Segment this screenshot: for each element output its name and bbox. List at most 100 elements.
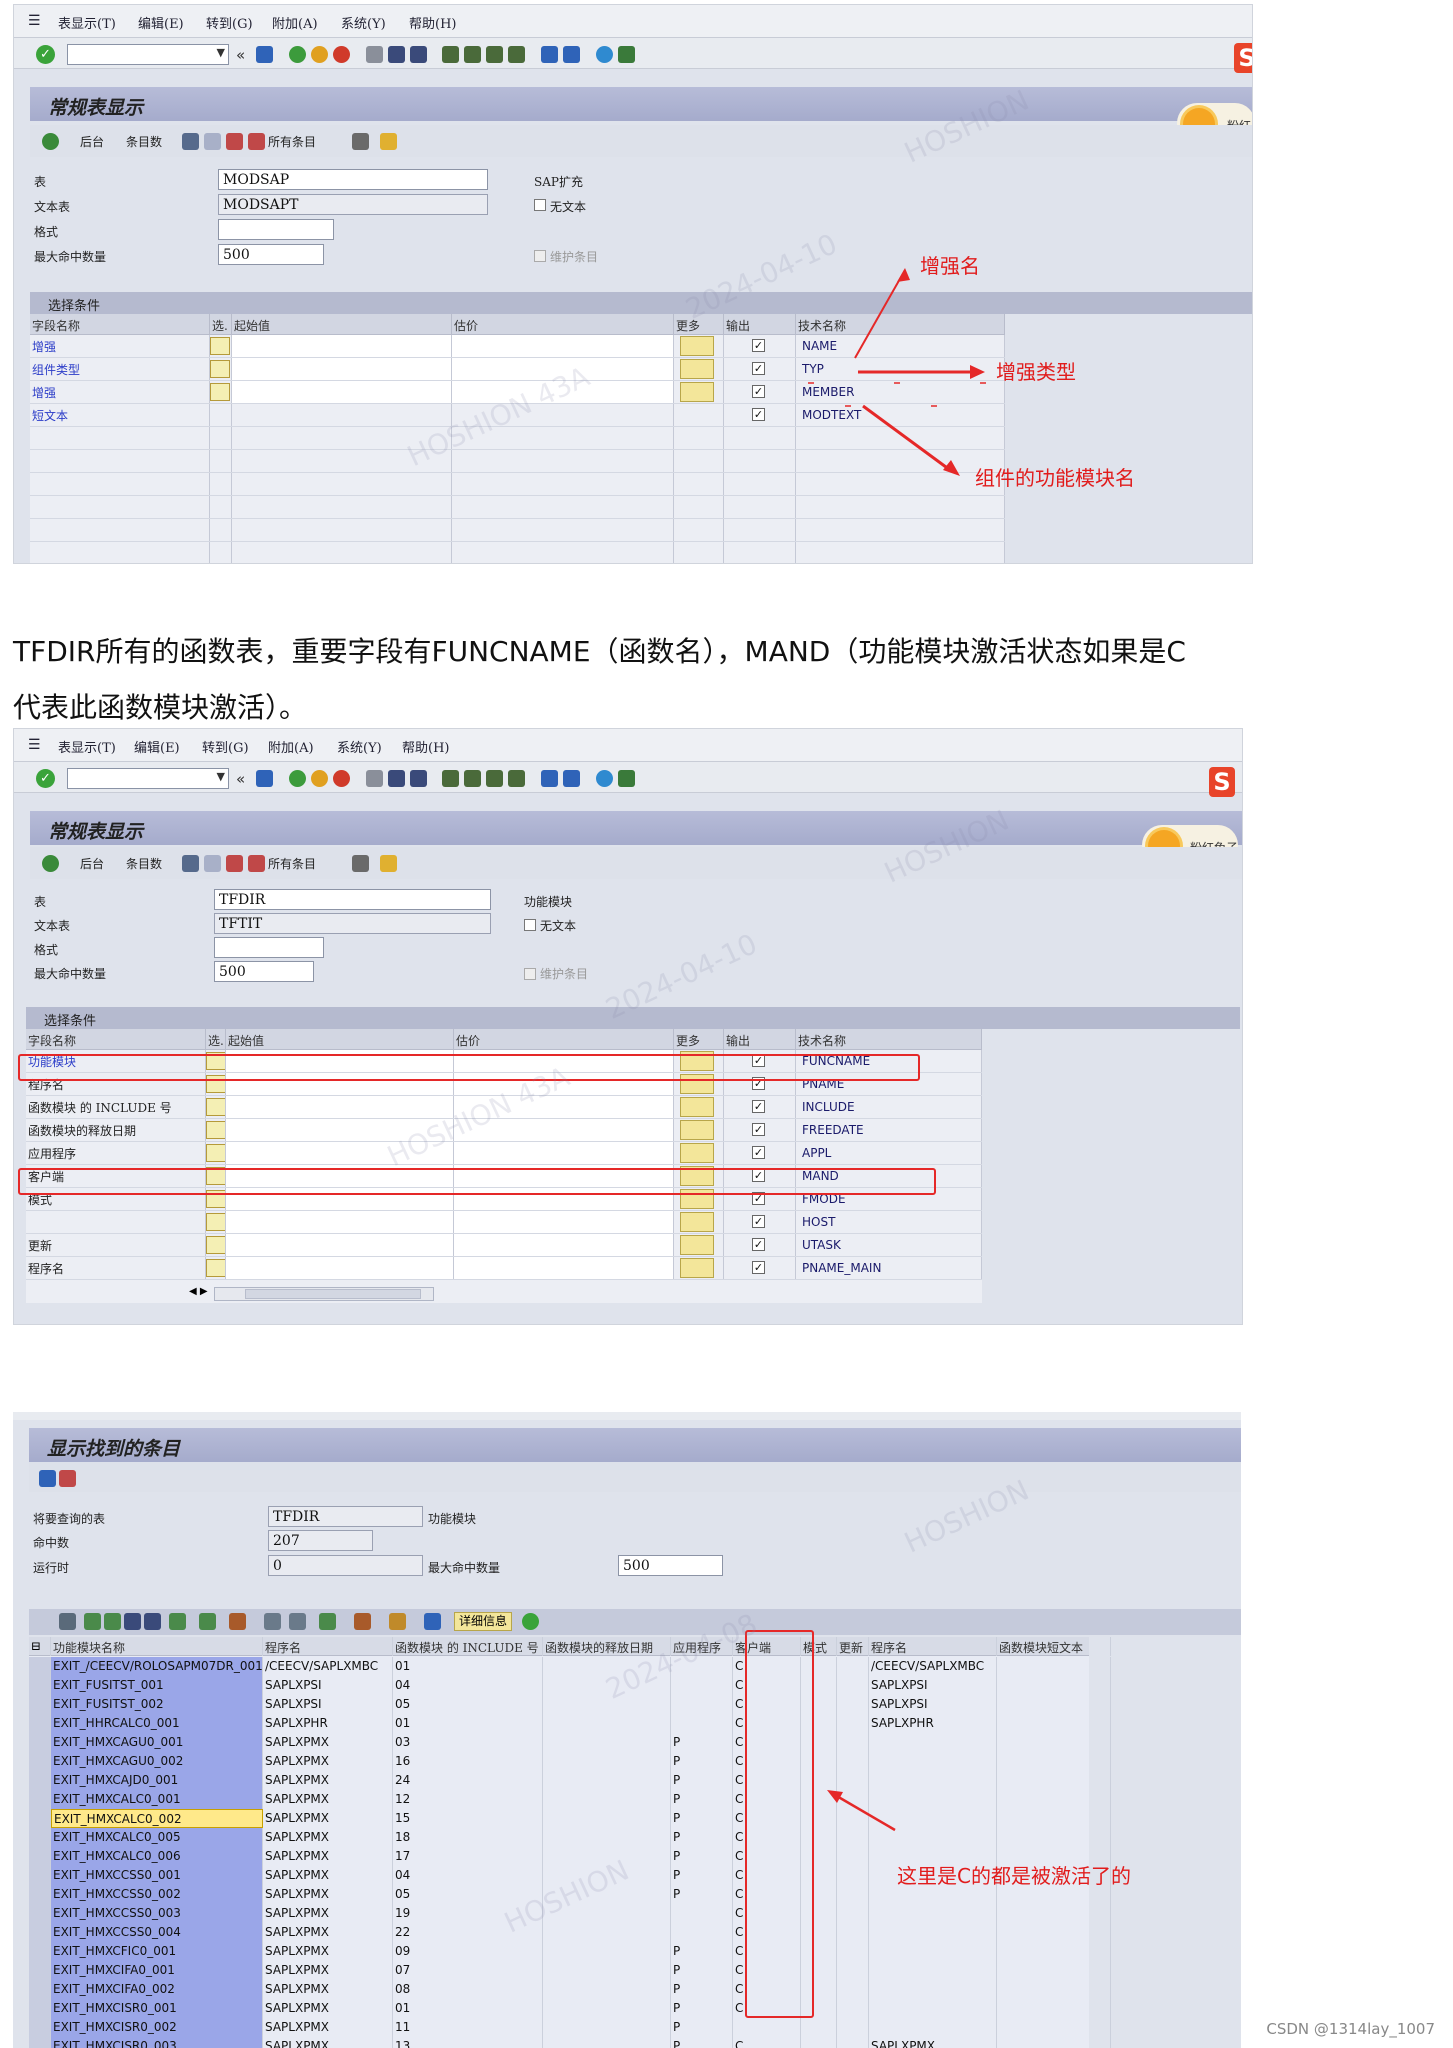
alv-print-icon[interactable] bbox=[264, 1613, 281, 1630]
multiple-selection-icon[interactable] bbox=[680, 1097, 714, 1117]
menu-icon[interactable]: ☰ bbox=[28, 737, 41, 753]
row-selector[interactable] bbox=[29, 1733, 51, 1752]
row-selector[interactable] bbox=[29, 1657, 51, 1676]
find-next-icon[interactable] bbox=[410, 770, 427, 787]
results-col-header[interactable]: 程序名 bbox=[263, 1637, 393, 1656]
max-hits-field[interactable]: 500 bbox=[214, 961, 314, 982]
execute-icon[interactable] bbox=[42, 855, 59, 872]
results-row[interactable]: EXIT_HMXCAGU0_002 SAPLXPMX 16 P C bbox=[29, 1752, 1111, 1771]
output-checkbox[interactable]: ✓ bbox=[752, 1261, 765, 1274]
scroll-thumb[interactable] bbox=[245, 1289, 421, 1299]
settings-icon[interactable] bbox=[59, 1470, 76, 1487]
from-value-input[interactable] bbox=[226, 1211, 454, 1233]
background-button[interactable]: 后台 bbox=[80, 855, 104, 872]
results-col-header[interactable]: 函数模块 的 INCLUDE 号 bbox=[393, 1637, 543, 1656]
menu-goto[interactable]: 转到(G) bbox=[202, 737, 249, 756]
row-selector[interactable] bbox=[29, 1866, 51, 1885]
results-row[interactable]: EXIT_/CEECV/ROLOSAPM07DR_001/CEECV/SAPLX… bbox=[29, 1657, 1111, 1676]
select-options-icon[interactable] bbox=[206, 1259, 225, 1277]
row-selector[interactable] bbox=[29, 1942, 51, 1961]
alv-view-icon[interactable] bbox=[289, 1613, 306, 1630]
menu-table-display[interactable]: 表显示(T) bbox=[58, 737, 116, 756]
row-selector[interactable] bbox=[29, 1961, 51, 1980]
prev-page-icon[interactable] bbox=[464, 770, 481, 787]
from-value-input[interactable] bbox=[226, 1119, 454, 1141]
alv-find-icon[interactable] bbox=[124, 1613, 141, 1630]
alv-chart-icon[interactable] bbox=[522, 1613, 539, 1630]
row-selector[interactable] bbox=[29, 1752, 51, 1771]
from-value-input[interactable] bbox=[226, 1234, 454, 1256]
results-row[interactable]: EXIT_HMXCISR0_003 SAPLXPMX 13 P C SAPLXPMX bbox=[29, 2037, 1111, 2048]
to-value-input[interactable] bbox=[454, 1142, 674, 1164]
row-selector[interactable] bbox=[29, 1999, 51, 2018]
shortcut-icon[interactable] bbox=[563, 770, 580, 787]
results-row[interactable]: EXIT_HHRCALC0_001 SAPLXPHR 01 C SAPLXPHR bbox=[29, 1714, 1111, 1733]
cancel-icon[interactable] bbox=[333, 770, 350, 787]
row-selector[interactable] bbox=[29, 1923, 51, 1942]
first-page-icon[interactable] bbox=[442, 770, 459, 787]
print-icon[interactable] bbox=[366, 770, 383, 787]
alv-export-icon[interactable] bbox=[319, 1613, 336, 1630]
select-options-icon[interactable] bbox=[206, 1098, 225, 1116]
menu-help[interactable]: 帮助(H) bbox=[402, 737, 449, 756]
select-options-icon[interactable] bbox=[206, 1121, 225, 1139]
results-row[interactable]: EXIT_HMXCIFA0_002 SAPLXPMX 08 P C bbox=[29, 1980, 1111, 1999]
results-row[interactable]: EXIT_HMXCAGU0_001 SAPLXPMX 03 P C bbox=[29, 1733, 1111, 1752]
results-col-header[interactable]: 函数模块的释放日期 bbox=[543, 1637, 671, 1656]
refresh-icon[interactable] bbox=[39, 1470, 56, 1487]
results-row[interactable]: EXIT_HMXCCSS0_004 SAPLXPMX 22 C bbox=[29, 1923, 1111, 1942]
alv-details-icon[interactable] bbox=[59, 1613, 76, 1630]
last-page-icon[interactable] bbox=[508, 770, 525, 787]
results-row[interactable]: EXIT_FUSITST_001 SAPLXPSI 04 C SAPLXPSI bbox=[29, 1676, 1111, 1695]
output-checkbox[interactable]: ✓ bbox=[752, 1100, 765, 1113]
all-entries-button[interactable]: 所有条目 bbox=[268, 855, 316, 872]
back-double-icon[interactable]: « bbox=[236, 770, 253, 788]
back-icon[interactable] bbox=[289, 770, 306, 787]
row-select-header-icon[interactable]: ⊟ bbox=[29, 1637, 51, 1656]
results-row[interactable]: EXIT_HMXCCSS0_003 SAPLXPMX 19 C bbox=[29, 1904, 1111, 1923]
results-row[interactable]: EXIT_HMXCIFA0_001 SAPLXPMX 07 P C bbox=[29, 1961, 1111, 1980]
no-text-checkbox[interactable] bbox=[524, 919, 536, 931]
alv-filter-icon[interactable] bbox=[169, 1613, 186, 1630]
results-row[interactable]: EXIT_HMXCFIC0_001 SAPLXPMX 09 P C bbox=[29, 1942, 1111, 1961]
alv-sort-asc-icon[interactable] bbox=[84, 1613, 101, 1630]
row-selector[interactable] bbox=[29, 2018, 51, 2037]
row-selector[interactable] bbox=[29, 1980, 51, 1999]
new-doc-icon[interactable] bbox=[204, 855, 221, 872]
next-page-icon[interactable] bbox=[486, 770, 503, 787]
alv-layout-icon[interactable] bbox=[354, 1613, 371, 1630]
multiple-selection-icon[interactable] bbox=[680, 1212, 714, 1232]
row-selector[interactable] bbox=[29, 1695, 51, 1714]
to-value-input[interactable] bbox=[454, 1211, 674, 1233]
row-selector[interactable] bbox=[29, 1904, 51, 1923]
results-col-header[interactable]: 程序名 bbox=[869, 1637, 997, 1656]
to-value-input[interactable] bbox=[454, 1096, 674, 1118]
row-selector[interactable] bbox=[29, 1714, 51, 1733]
output-checkbox[interactable]: ✓ bbox=[752, 1215, 765, 1228]
max-hits-field[interactable]: 500 bbox=[618, 1555, 723, 1576]
layout-arrow-icon[interactable] bbox=[380, 855, 397, 872]
multiple-selection-icon[interactable] bbox=[680, 1258, 714, 1278]
variant-icon[interactable] bbox=[352, 855, 369, 872]
help-icon[interactable] bbox=[596, 770, 613, 787]
table-field[interactable]: TFDIR bbox=[214, 889, 491, 910]
output-checkbox[interactable]: ✓ bbox=[752, 1238, 765, 1251]
alv-sort-desc-icon[interactable] bbox=[104, 1613, 121, 1630]
results-col-header[interactable]: 更新 bbox=[837, 1637, 869, 1656]
menu-system[interactable]: 系统(Y) bbox=[337, 737, 382, 756]
alv-sum-icon[interactable] bbox=[199, 1613, 216, 1630]
detail-info-button[interactable]: 详细信息 bbox=[454, 1612, 513, 1631]
select-options-icon[interactable] bbox=[206, 1213, 225, 1231]
multiple-selection-icon[interactable] bbox=[680, 1143, 714, 1163]
row-selector[interactable] bbox=[29, 2037, 51, 2048]
menu-extras[interactable]: 附加(A) bbox=[268, 737, 314, 756]
select-options-icon[interactable] bbox=[206, 1236, 225, 1254]
from-value-input[interactable] bbox=[226, 1142, 454, 1164]
alv-subtotal-icon[interactable] bbox=[229, 1613, 246, 1630]
layout-icon[interactable] bbox=[618, 770, 635, 787]
command-field[interactable]: ▼ bbox=[67, 768, 229, 789]
exit-icon[interactable] bbox=[311, 770, 328, 787]
multiple-selection-icon[interactable] bbox=[680, 1235, 714, 1255]
to-value-input[interactable] bbox=[454, 1234, 674, 1256]
to-value-input[interactable] bbox=[454, 1119, 674, 1141]
